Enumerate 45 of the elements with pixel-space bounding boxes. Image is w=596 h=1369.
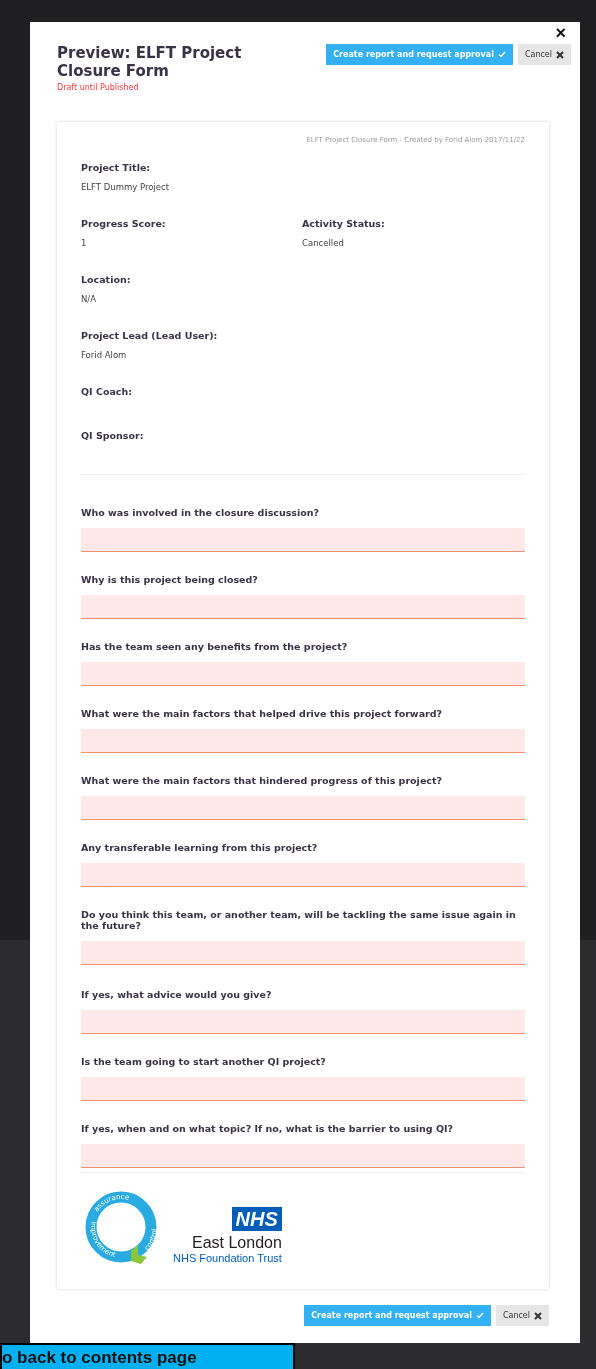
question-label: What were the main factors that hindered progress of this project? xyxy=(81,774,443,786)
answer-field[interactable] xyxy=(81,863,525,887)
answer-field[interactable] xyxy=(81,595,525,619)
field-label: Activity Status: xyxy=(302,218,386,229)
answer-field[interactable] xyxy=(81,1010,525,1034)
cancel-button[interactable]: Cancel xyxy=(495,1305,549,1326)
back-banner[interactable]: o back to contents page xyxy=(0,1343,295,1369)
answer-field[interactable] xyxy=(81,1077,525,1101)
close-icon xyxy=(534,1311,542,1320)
org-name: East London xyxy=(192,1234,282,1252)
field-label: QI Coach: xyxy=(81,386,134,397)
question-label: If yes, what advice would you give? xyxy=(81,988,273,1000)
answer-field[interactable] xyxy=(81,796,525,820)
check-icon xyxy=(497,51,506,58)
question-label: If yes, when and on what topic? If no, what is the barrier to using QI? xyxy=(81,1122,455,1134)
close-button[interactable]: × xyxy=(555,24,566,42)
answer-field[interactable] xyxy=(81,528,525,552)
question-label: Do you think this team, or another team, will be tackling the same issue again in the future? xyxy=(81,908,517,931)
field-value: 1 xyxy=(81,238,88,248)
answer-field[interactable] xyxy=(81,941,525,965)
question-label: Who was involved in the closure discussion? xyxy=(81,506,321,518)
question-label: Has the team seen any benefits from the project? xyxy=(81,640,349,652)
field-label: Progress Score: xyxy=(81,218,167,229)
trust-name: NHS Foundation Trust xyxy=(173,1252,282,1265)
field-value: Cancelled xyxy=(302,238,345,248)
answer-field[interactable] xyxy=(81,662,525,686)
question-label: Why is this project being closed? xyxy=(81,573,259,585)
question-label: Any transferable learning from this project? xyxy=(81,841,319,853)
field-label: Location: xyxy=(81,274,132,285)
field-label: Project Title: xyxy=(81,162,152,173)
nhs-badge: NHS xyxy=(231,1207,282,1231)
draft-status: Draft until Published xyxy=(57,83,140,92)
field-value: ELFT Dummy Project xyxy=(81,182,171,192)
modal-title: Preview: ELFT Project Closure Form xyxy=(57,44,243,80)
field-value: Forid Alom xyxy=(81,350,128,360)
close-icon xyxy=(556,50,564,59)
check-icon xyxy=(475,1312,484,1319)
answer-field[interactable] xyxy=(81,729,525,753)
field-label: QI Sponsor: xyxy=(81,430,145,441)
answer-field[interactable] xyxy=(81,1144,525,1168)
field-label: Project Lead (Lead User): xyxy=(81,330,219,341)
question-label: Is the team going to start another QI project? xyxy=(81,1055,327,1067)
cancel-button[interactable]: Cancel xyxy=(517,44,571,65)
field-value: N/A xyxy=(81,294,98,304)
question-label: What were the main factors that helped drive this project forward? xyxy=(81,707,444,719)
